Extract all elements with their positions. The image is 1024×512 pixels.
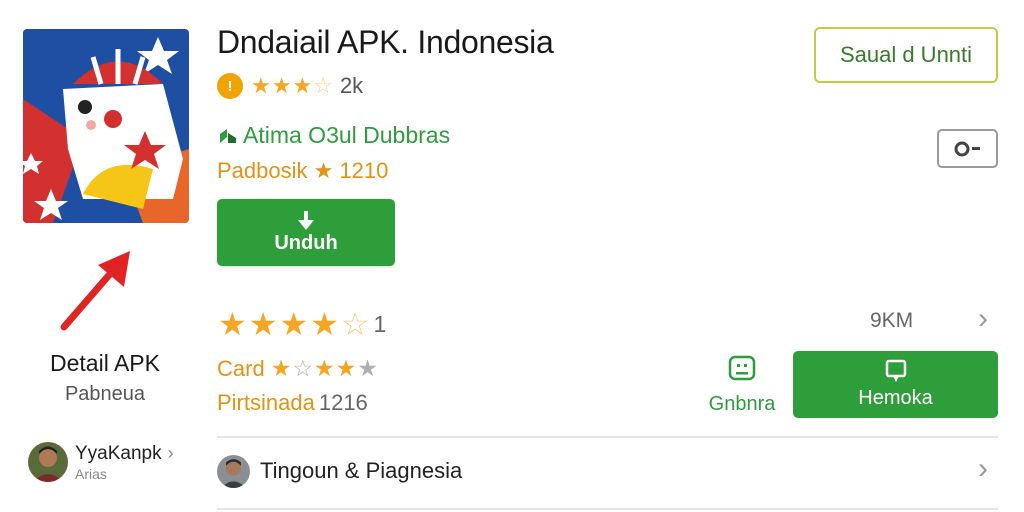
card-label: Card xyxy=(217,355,265,381)
device-icon xyxy=(884,359,908,385)
star-icon: ★ xyxy=(292,73,314,98)
primary-action-button[interactable]: Hemoka xyxy=(793,351,998,418)
chevron-right-icon: › xyxy=(167,443,174,463)
app-size: 9KM xyxy=(870,309,914,332)
toggle-icon xyxy=(954,141,980,156)
star-icon: ★ xyxy=(271,73,293,98)
star-icon: ★ xyxy=(251,73,272,98)
star-icon: ★ xyxy=(279,306,311,342)
user-profile-row[interactable]: YyaKanpk › Arias xyxy=(28,440,198,484)
red-arrow-icon xyxy=(52,245,142,335)
avatar xyxy=(217,454,250,488)
list-item[interactable]: Tingoun & Piagnesia xyxy=(217,450,998,492)
developer-row[interactable]: Atima O3ul Dubbras xyxy=(217,122,450,149)
toggle-button[interactable] xyxy=(937,129,998,168)
star-icon: ★ xyxy=(218,306,249,342)
share-button[interactable]: Gnbnra xyxy=(700,353,784,416)
rating-stars: ★ ★ ★ ☆ xyxy=(251,73,334,99)
star-icon: ★ xyxy=(248,306,280,342)
rating-row: ! ★ ★ ★ ☆ 2k xyxy=(217,70,363,102)
rating-summary-stars: ★ ★ ★ ★ ☆ 1 xyxy=(218,305,386,343)
app-icon xyxy=(23,29,189,223)
downloads-row: Pirtsinada 1216 xyxy=(217,390,368,416)
card-stars: ★☆★★★ xyxy=(270,355,379,381)
list-item-label: Tingoun & Piagnesia xyxy=(260,458,463,483)
rating-badge-icon: ! xyxy=(217,73,243,99)
star-icon: ★ xyxy=(310,306,341,342)
download-arrow-icon xyxy=(295,210,317,231)
detail-subtitle: Pabneua xyxy=(64,383,146,405)
app-title: Dndaiail APK. Indonesia xyxy=(217,24,554,60)
outline-action-button[interactable]: Saual d Unnti xyxy=(814,27,998,83)
user-name: YyaKanpk xyxy=(75,442,162,464)
rating-summary-count: 1 xyxy=(373,310,387,337)
app-meta: Padbosik ★ 1210 xyxy=(217,158,389,183)
star-half-icon: ☆ xyxy=(313,73,334,98)
chevron-right-icon[interactable]: › xyxy=(978,454,988,484)
downloads-label: Pirtsinada xyxy=(217,390,315,415)
developer-name: Atima O3ul Dubbras xyxy=(243,122,451,148)
chevron-right-icon[interactable]: › xyxy=(978,304,988,334)
download-label: Unduh xyxy=(274,231,338,254)
download-button[interactable]: Unduh xyxy=(217,199,395,266)
star-half-icon: ☆ xyxy=(340,306,372,342)
developer-icon xyxy=(217,125,239,147)
rating-count: 2k xyxy=(339,73,364,98)
share-label: Gnbnra xyxy=(708,393,776,415)
divider xyxy=(217,508,998,510)
user-role: Arias xyxy=(75,465,107,482)
divider xyxy=(217,436,998,438)
detail-title: Detail APK xyxy=(50,350,160,376)
avatar xyxy=(28,442,68,482)
card-rating-row: Card ★☆★★★ xyxy=(217,355,379,382)
share-icon xyxy=(726,353,758,385)
primary-action-label: Hemoka xyxy=(858,387,933,409)
downloads-value: 1216 xyxy=(318,390,368,415)
